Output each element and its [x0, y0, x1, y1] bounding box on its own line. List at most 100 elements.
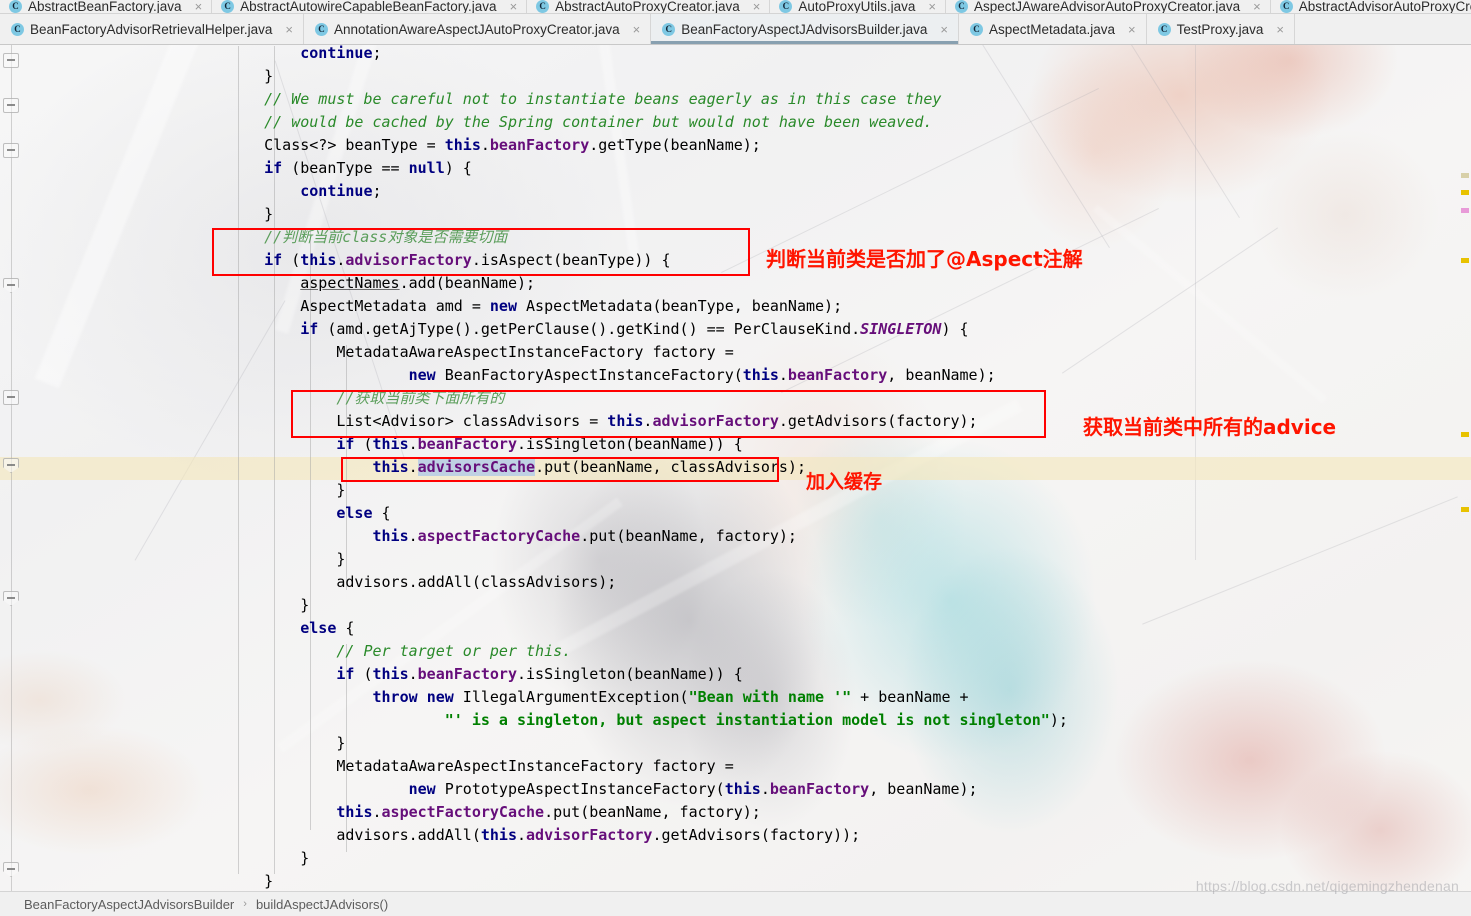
code-line[interactable]: MetadataAwareAspectInstanceFactory facto…: [228, 755, 733, 778]
annotation-get-advice: 获取当前类中所有的advice: [1083, 415, 1337, 439]
close-icon[interactable]: ×: [1276, 23, 1284, 36]
code-line[interactable]: this.aspectFactoryCache.put(beanName, fa…: [228, 525, 797, 548]
close-icon[interactable]: ×: [928, 0, 936, 13]
code-line[interactable]: new PrototypeAspectInstanceFactory(this.…: [228, 778, 978, 801]
marker-stripe[interactable]: [1461, 258, 1469, 263]
code-token: null: [408, 159, 445, 177]
editor-tab[interactable]: C AnnotationAwareAspectJAutoProxyCreator.…: [304, 14, 652, 44]
code-line[interactable]: if (amd.getAjType().getPerClause().getKi…: [228, 318, 968, 341]
breadcrumb-item-class[interactable]: BeanFactoryAspectJAdvisorsBuilder: [24, 897, 234, 912]
code-line[interactable]: advisors.addAll(this.advisorFactory.getA…: [228, 824, 860, 847]
code-line[interactable]: MetadataAwareAspectInstanceFactory facto…: [228, 341, 733, 364]
editor-tab[interactable]: CAbstractAdvisorAutoProxyCreator.java×: [1271, 0, 1471, 13]
close-icon[interactable]: ×: [633, 23, 641, 36]
code-line[interactable]: }: [228, 479, 345, 502]
code-token: );: [1049, 711, 1068, 729]
fold-collapse-icon[interactable]: [3, 53, 19, 68]
code-line[interactable]: }: [228, 594, 309, 617]
code-token: }: [228, 550, 346, 568]
marker-stripe[interactable]: [1461, 208, 1469, 213]
code-line[interactable]: }: [228, 847, 309, 870]
editor-tab[interactable]: C AbstractAutoProxyCreator.java ×: [527, 0, 771, 13]
code-line[interactable]: new BeanFactoryAspectInstanceFactory(thi…: [228, 364, 996, 387]
breadcrumb[interactable]: BeanFactoryAspectJAdvisorsBuilder › buil…: [0, 891, 1471, 916]
fold-region-end-icon[interactable]: [3, 862, 19, 877]
annotation-add-cache: 加入缓存: [806, 471, 883, 493]
code-token: beanFactory: [787, 366, 888, 384]
code-line[interactable]: "' is a singleton, but aspect instantiat…: [228, 709, 1068, 732]
code-token: this: [742, 366, 779, 384]
fold-collapse-icon[interactable]: [3, 98, 19, 113]
editor-gutter[interactable]: [0, 45, 22, 891]
breadcrumb-item-method[interactable]: buildAspectJAdvisors(): [256, 897, 388, 912]
code-token: .: [408, 665, 418, 683]
close-icon[interactable]: ×: [940, 23, 948, 36]
code-line[interactable]: }: [228, 870, 273, 891]
close-icon[interactable]: ×: [510, 0, 518, 13]
code-token: beanFactory: [417, 665, 517, 683]
code-token: advisors.addAll(: [228, 826, 481, 844]
editor-tab-row[interactable]: C BeanFactoryAdvisorRetrievalHelper.java ×…: [0, 14, 1471, 45]
fold-region-end-icon[interactable]: [3, 591, 19, 606]
code-token: .isSingleton(beanName)) {: [517, 665, 743, 683]
code-token: if: [300, 320, 319, 338]
code-line[interactable]: // We must be careful not to instantiate…: [228, 88, 941, 111]
code-line[interactable]: else {: [228, 502, 391, 525]
java-class-icon: C: [11, 22, 24, 36]
close-icon[interactable]: ×: [285, 23, 293, 36]
editor-tab[interactable]: C AutoProxyUtils.java ×: [770, 0, 946, 13]
code-token: {: [372, 504, 391, 522]
code-line[interactable]: throw new IllegalArgumentException("Bean…: [228, 686, 969, 709]
code-token: }: [228, 734, 346, 752]
code-line[interactable]: continue;: [228, 180, 381, 203]
code-token: aspectNames: [300, 274, 400, 292]
editor-marker-bar[interactable]: [1458, 45, 1471, 891]
code-line[interactable]: AspectMetadata amd = new AspectMetadata(…: [228, 295, 842, 318]
close-icon[interactable]: ×: [1253, 0, 1261, 13]
editor-tab[interactable]: C BeanFactoryAspectJAdvisorsBuilder.java ×: [651, 14, 959, 44]
code-line[interactable]: if (beanType == null) {: [228, 157, 472, 180]
code-token: {: [336, 619, 355, 637]
java-class-icon: C: [779, 0, 793, 13]
code-line[interactable]: if (this.beanFactory.isSingleton(beanNam…: [228, 663, 743, 686]
marker-stripe[interactable]: [1461, 190, 1469, 195]
editor-tab[interactable]: C AbstractBeanFactory.java ×: [0, 0, 213, 13]
code-line[interactable]: else {: [228, 617, 354, 640]
code-token: .getType(beanName);: [589, 136, 761, 154]
code-line[interactable]: Class<?> beanType = this.beanFactory.get…: [228, 134, 761, 157]
editor-tab[interactable]: C TestProxy.java ×: [1147, 14, 1295, 44]
editor-tab[interactable]: C AspectMetadata.java ×: [959, 14, 1147, 44]
close-icon[interactable]: ×: [195, 0, 203, 13]
code-token: this: [480, 826, 517, 844]
fold-region-end-icon[interactable]: [3, 458, 19, 473]
code-line[interactable]: }: [228, 203, 273, 226]
editor-tab-row-overflow[interactable]: C AbstractBeanFactory.java × C AbstractAutow…: [0, 0, 1471, 14]
code-line[interactable]: }: [228, 732, 345, 755]
marker-stripe[interactable]: [1461, 507, 1469, 512]
code-line[interactable]: continue;: [228, 45, 381, 65]
code-line[interactable]: }: [228, 65, 273, 88]
editor-tab[interactable]: C BeanFactoryAdvisorRetrievalHelper.java ×: [0, 14, 304, 44]
code-editor[interactable]: continue; } // We must be careful not to…: [0, 45, 1471, 891]
code-token: (beanType ==: [282, 159, 409, 177]
close-icon[interactable]: ×: [753, 0, 761, 13]
marker-stripe[interactable]: [1461, 432, 1469, 437]
fold-collapse-icon[interactable]: [3, 143, 19, 158]
code-line[interactable]: this.aspectFactoryCache.put(beanName, fa…: [228, 801, 760, 824]
code-line[interactable]: // would be cached by the Spring contain…: [228, 111, 932, 134]
editor-tab[interactable]: C AspectJAwareAdvisorAutoProxyCreator.jav…: [946, 0, 1271, 13]
marker-stripe[interactable]: [1461, 173, 1469, 178]
code-line[interactable]: }: [228, 548, 345, 571]
code-token: continue: [300, 45, 373, 62]
editor-tab[interactable]: C AbstractAutowireCapableBeanFactory.java…: [212, 0, 528, 13]
close-icon[interactable]: ×: [1128, 23, 1136, 36]
java-class-icon: C: [221, 0, 235, 13]
code-line[interactable]: advisors.addAll(classAdvisors);: [228, 571, 616, 594]
fold-region-end-icon[interactable]: [3, 278, 19, 293]
code-line[interactable]: // Per target or per this.: [228, 640, 571, 663]
fold-collapse-icon[interactable]: [3, 390, 19, 405]
